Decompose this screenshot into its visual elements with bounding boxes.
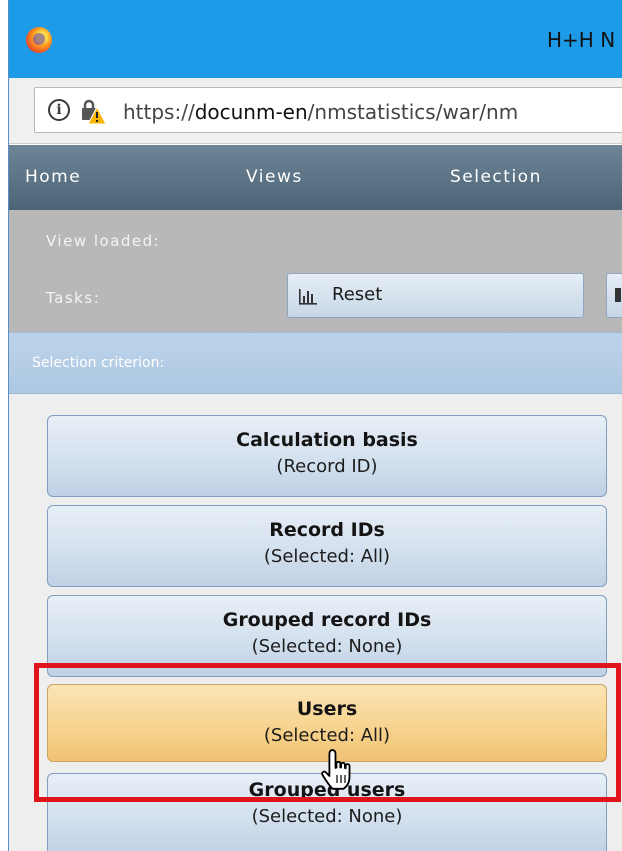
desktop-edge (0, 0, 9, 851)
task-panel: View loaded: Tasks: Reset (9, 210, 622, 332)
firefox-icon (26, 27, 52, 53)
url-path: /nmstatistics/war/nm (307, 100, 519, 124)
criterion-subtitle: (Selected: None) (251, 636, 403, 657)
nav-selection[interactable]: Selection (450, 167, 542, 187)
task-button-next[interactable] (606, 273, 622, 318)
criterion-title: Calculation basis (236, 429, 418, 451)
criterion-subtitle: (Record ID) (276, 456, 378, 477)
address-bar-row: i https://docunm-en/nmstatistics/war/nm (9, 78, 622, 144)
view-loaded-label: View loaded: (46, 232, 161, 250)
criterion-subtitle: (Selected: All) (263, 546, 391, 567)
title-bar: H+H N (9, 0, 622, 78)
nav-views[interactable]: Views (246, 167, 303, 187)
hand-pointer-icon (321, 749, 351, 790)
nav-home[interactable]: Home (25, 167, 81, 187)
browser-window: H+H N i https://docunm-en/nmstatistics/w… (9, 0, 622, 851)
url-host: docunm-en (194, 100, 308, 124)
selection-criterion-header: Selection criterion: (9, 332, 622, 394)
tasks-label: Tasks: (46, 289, 101, 307)
criterion-record-ids[interactable]: Record IDs (Selected: All) (47, 505, 607, 587)
criterion-title: Record IDs (269, 519, 385, 541)
address-bar[interactable]: i https://docunm-en/nmstatistics/war/nm (34, 87, 622, 133)
url-text[interactable]: https://docunm-en/nmstatistics/war/nm (123, 100, 518, 124)
info-icon[interactable]: i (48, 99, 70, 121)
criterion-subtitle: (Selected: None) (251, 806, 403, 827)
criterion-calculation-basis[interactable]: Calculation basis (Record ID) (47, 415, 607, 497)
app-nav-bar: Home Views Selection (9, 145, 622, 210)
reset-label: Reset (332, 284, 383, 305)
url-prefix: https:// (123, 100, 195, 124)
selection-criterion-label: Selection criterion: (32, 355, 165, 371)
bar-chart-icon (299, 289, 317, 305)
lock-warning-icon[interactable] (80, 99, 106, 125)
criterion-title: Grouped record IDs (222, 609, 432, 631)
window-title: H+H N (547, 28, 616, 52)
reset-button[interactable]: Reset (287, 273, 584, 318)
